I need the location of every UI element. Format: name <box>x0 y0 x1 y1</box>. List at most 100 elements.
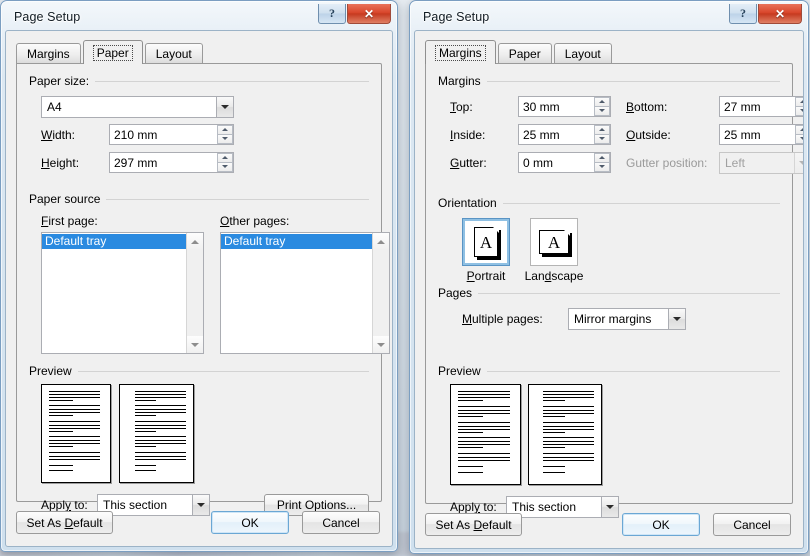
window-title: Page Setup <box>423 10 490 24</box>
ok-button[interactable]: OK <box>211 511 289 534</box>
tab-layout[interactable]: Layout <box>144 43 203 64</box>
scroll-up-icon[interactable] <box>187 233 203 250</box>
cancel-button[interactable]: Cancel <box>302 511 380 534</box>
spin-up-icon[interactable] <box>594 153 610 163</box>
top-spin-buttons[interactable] <box>594 97 610 116</box>
orientation-landscape[interactable]: A Landscape <box>525 218 587 283</box>
close-icon[interactable]: ✕ <box>347 4 391 24</box>
help-icon[interactable]: ? <box>729 4 757 24</box>
scroll-down-icon[interactable] <box>187 336 203 353</box>
set-as-default-button[interactable]: Set As Default <box>16 511 113 534</box>
tab-paper[interactable]: Paper <box>497 43 552 64</box>
preview-text-line <box>48 455 101 457</box>
gutter-spin-buttons[interactable] <box>594 153 610 172</box>
titlebar-paper[interactable]: Page Setup ? ✕ <box>5 4 393 30</box>
desktop-background: Page Setup ? ✕ Margins Paper Layout Pape… <box>0 0 810 556</box>
preview-text-line <box>48 393 101 395</box>
top-margin-stepper[interactable]: 30 mm <box>518 96 611 117</box>
multiple-pages-combo[interactable]: Mirror margins <box>568 308 686 330</box>
preview-text-line <box>134 470 157 472</box>
spin-up-icon[interactable] <box>217 125 233 135</box>
set-as-default-button[interactable]: Set As Default <box>425 513 522 536</box>
spin-up-icon[interactable] <box>594 125 610 135</box>
spin-up-icon[interactable] <box>217 153 233 163</box>
first-page-scrollbar[interactable] <box>186 233 203 353</box>
group-orientation: Orientation A Portrait A Landscape <box>438 196 780 283</box>
width-stepper[interactable]: 210 mm <box>109 124 234 145</box>
spin-down-icon[interactable] <box>594 162 610 172</box>
outside-margin-value: 25 mm <box>724 127 761 142</box>
group-preview-margins: Preview Apply to: This section <box>438 364 780 524</box>
scroll-up-icon[interactable] <box>373 233 389 250</box>
other-pages-listbox[interactable]: Default tray <box>220 232 390 354</box>
tab-paper[interactable]: Paper <box>82 40 143 64</box>
width-spin-buttons[interactable] <box>217 125 233 144</box>
dialog-client-paper: Margins Paper Layout Paper size: A4 Widt… <box>5 30 393 547</box>
width-input[interactable]: 210 mm <box>109 124 234 145</box>
outside-spin-buttons[interactable] <box>795 125 803 144</box>
chevron-down-icon[interactable] <box>668 309 685 329</box>
list-item[interactable]: Default tray <box>42 234 186 249</box>
spin-up-icon[interactable] <box>594 97 610 107</box>
bottom-margin-input[interactable]: 27 mm <box>719 96 803 117</box>
preview-text-line <box>48 446 74 448</box>
height-input[interactable]: 297 mm <box>109 152 234 173</box>
outside-margin-stepper[interactable]: 25 mm <box>719 124 803 145</box>
landscape-tile[interactable]: A <box>530 218 578 266</box>
footer-paper: Set As Default OK Cancel <box>16 511 382 537</box>
inside-spin-buttons[interactable] <box>594 125 610 144</box>
spin-down-icon[interactable] <box>795 106 803 116</box>
bottom-margin-value: 27 mm <box>724 99 761 114</box>
scroll-down-icon[interactable] <box>373 336 389 353</box>
group-preview-label: Preview <box>438 364 481 378</box>
gutter-stepper[interactable]: 0 mm <box>518 152 611 173</box>
tab-margins[interactable]: Margins <box>425 40 496 64</box>
help-icon[interactable]: ? <box>318 4 346 24</box>
preview-text-line <box>457 460 511 462</box>
preview-text-line <box>134 455 186 457</box>
spin-down-icon[interactable] <box>594 134 610 144</box>
spin-down-icon[interactable] <box>217 162 233 172</box>
titlebar-margins[interactable]: Page Setup ? ✕ <box>414 4 804 30</box>
preview-text-line <box>457 393 511 395</box>
other-pages-items: Default tray <box>221 233 372 353</box>
preview-text-line <box>543 405 594 407</box>
height-spin-buttons[interactable] <box>217 153 233 172</box>
orientation-portrait[interactable]: A Portrait <box>462 218 510 283</box>
gutter-position-label: Gutter position: <box>626 156 708 170</box>
spin-down-icon[interactable] <box>217 134 233 144</box>
inside-margin-stepper[interactable]: 25 mm <box>518 124 611 145</box>
preview-text-line <box>457 390 511 392</box>
preview-text-line <box>48 409 101 411</box>
portrait-tile[interactable]: A <box>462 218 510 266</box>
cancel-button[interactable]: Cancel <box>713 513 791 536</box>
spin-up-icon[interactable] <box>795 125 803 135</box>
preview-text-line <box>134 405 186 407</box>
preview-text-line <box>543 460 594 462</box>
preview-text-line <box>134 409 186 411</box>
ok-button[interactable]: OK <box>622 513 700 536</box>
tab-layout[interactable]: Layout <box>553 43 612 64</box>
bottom-spin-buttons[interactable] <box>795 97 803 116</box>
group-preview-title: Preview <box>438 364 780 378</box>
apply-to-label: Apply to: <box>41 498 88 512</box>
group-orientation-label: Orientation <box>438 196 497 210</box>
close-icon[interactable]: ✕ <box>758 4 802 24</box>
divider <box>106 198 369 200</box>
other-pages-scrollbar[interactable] <box>372 233 389 353</box>
paper-size-combo[interactable]: A4 <box>41 96 234 118</box>
print-options-label: Print Options... <box>276 498 357 512</box>
height-stepper[interactable]: 297 mm <box>109 152 234 173</box>
spin-up-icon[interactable] <box>795 97 803 107</box>
preview-text-line <box>134 458 186 460</box>
outside-margin-input[interactable]: 25 mm <box>719 124 803 145</box>
preview-text-line <box>48 440 101 442</box>
first-page-listbox[interactable]: Default tray <box>41 232 204 354</box>
spin-down-icon[interactable] <box>795 134 803 144</box>
list-item[interactable]: Default tray <box>221 234 372 249</box>
chevron-down-icon[interactable] <box>216 97 233 117</box>
spin-down-icon[interactable] <box>594 106 610 116</box>
preview-text-line <box>48 430 74 432</box>
bottom-margin-stepper[interactable]: 27 mm <box>719 96 803 117</box>
tab-margins[interactable]: Margins <box>16 43 81 64</box>
